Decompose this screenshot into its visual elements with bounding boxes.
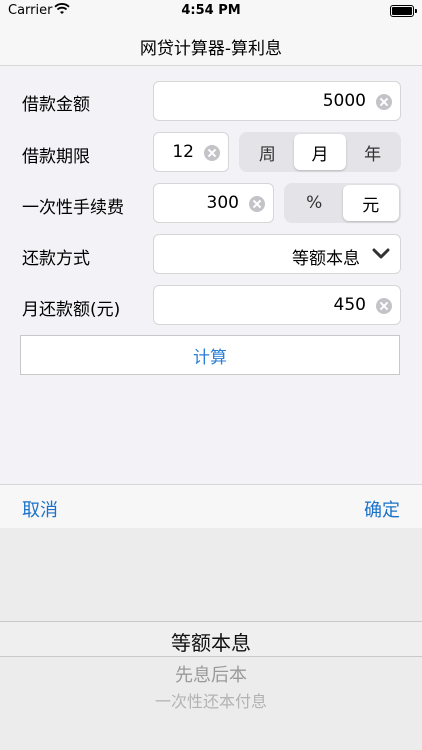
clear-icon[interactable]: [376, 94, 392, 110]
fee-input[interactable]: 300: [153, 183, 274, 223]
loan-amount-value: 5000: [322, 91, 366, 111]
term-unit-segmented-control: 周 月 年: [239, 132, 401, 172]
loan-amount-input[interactable]: 5000: [153, 81, 401, 121]
battery-icon: [390, 5, 417, 17]
term-unit-week[interactable]: 周: [241, 134, 294, 170]
fee-unit-percent[interactable]: %: [286, 185, 343, 221]
term-unit-month[interactable]: 月: [293, 134, 347, 170]
repay-method-picker[interactable]: 等额本息 先息后本 一次性还本付息: [0, 528, 422, 750]
repay-method-value: 等额本息: [292, 249, 360, 269]
chevron-down-icon: [372, 248, 390, 259]
fee-unit-segmented-control: % 元: [284, 183, 401, 223]
picker-option[interactable]: 一次性还本付息: [0, 688, 422, 712]
loan-term-label: 借款期限: [22, 147, 90, 167]
monthly-payment-label: 月还款额(元): [22, 300, 121, 320]
picker-option[interactable]: 等额本息: [0, 627, 422, 656]
clear-icon[interactable]: [204, 145, 220, 161]
picker-toolbar: 取消 确定: [0, 484, 422, 528]
repay-method-select[interactable]: 等额本息: [153, 234, 401, 274]
clear-icon[interactable]: [376, 298, 392, 314]
clear-icon[interactable]: [249, 196, 265, 212]
confirm-button[interactable]: 确定: [364, 496, 400, 522]
loan-term-value: 12: [172, 142, 194, 162]
page-title: 网贷计算器-算利息: [139, 39, 283, 59]
monthly-payment-value: 450: [333, 295, 366, 315]
calculate-button[interactable]: 计算: [20, 335, 400, 375]
monthly-payment-input[interactable]: 450: [153, 285, 401, 325]
repay-method-label: 还款方式: [22, 249, 90, 269]
term-unit-year[interactable]: 年: [346, 134, 399, 170]
fee-label: 一次性手续费: [22, 198, 124, 218]
loan-form: 借款金额 5000 借款期限 12 周 月 年 一次性手续费 300 % 元 还…: [0, 66, 422, 484]
navigation-bar: 网贷计算器-算利息: [0, 22, 422, 66]
status-bar: Carrier 4:54 PM: [0, 0, 422, 22]
fee-value: 300: [206, 193, 239, 213]
cancel-button[interactable]: 取消: [22, 496, 58, 522]
loan-term-input[interactable]: 12: [153, 132, 229, 172]
picker-option[interactable]: 先息后本: [0, 661, 422, 687]
fee-unit-yuan[interactable]: 元: [342, 185, 399, 221]
status-time: 4:54 PM: [181, 3, 241, 18]
loan-amount-label: 借款金额: [22, 95, 90, 115]
